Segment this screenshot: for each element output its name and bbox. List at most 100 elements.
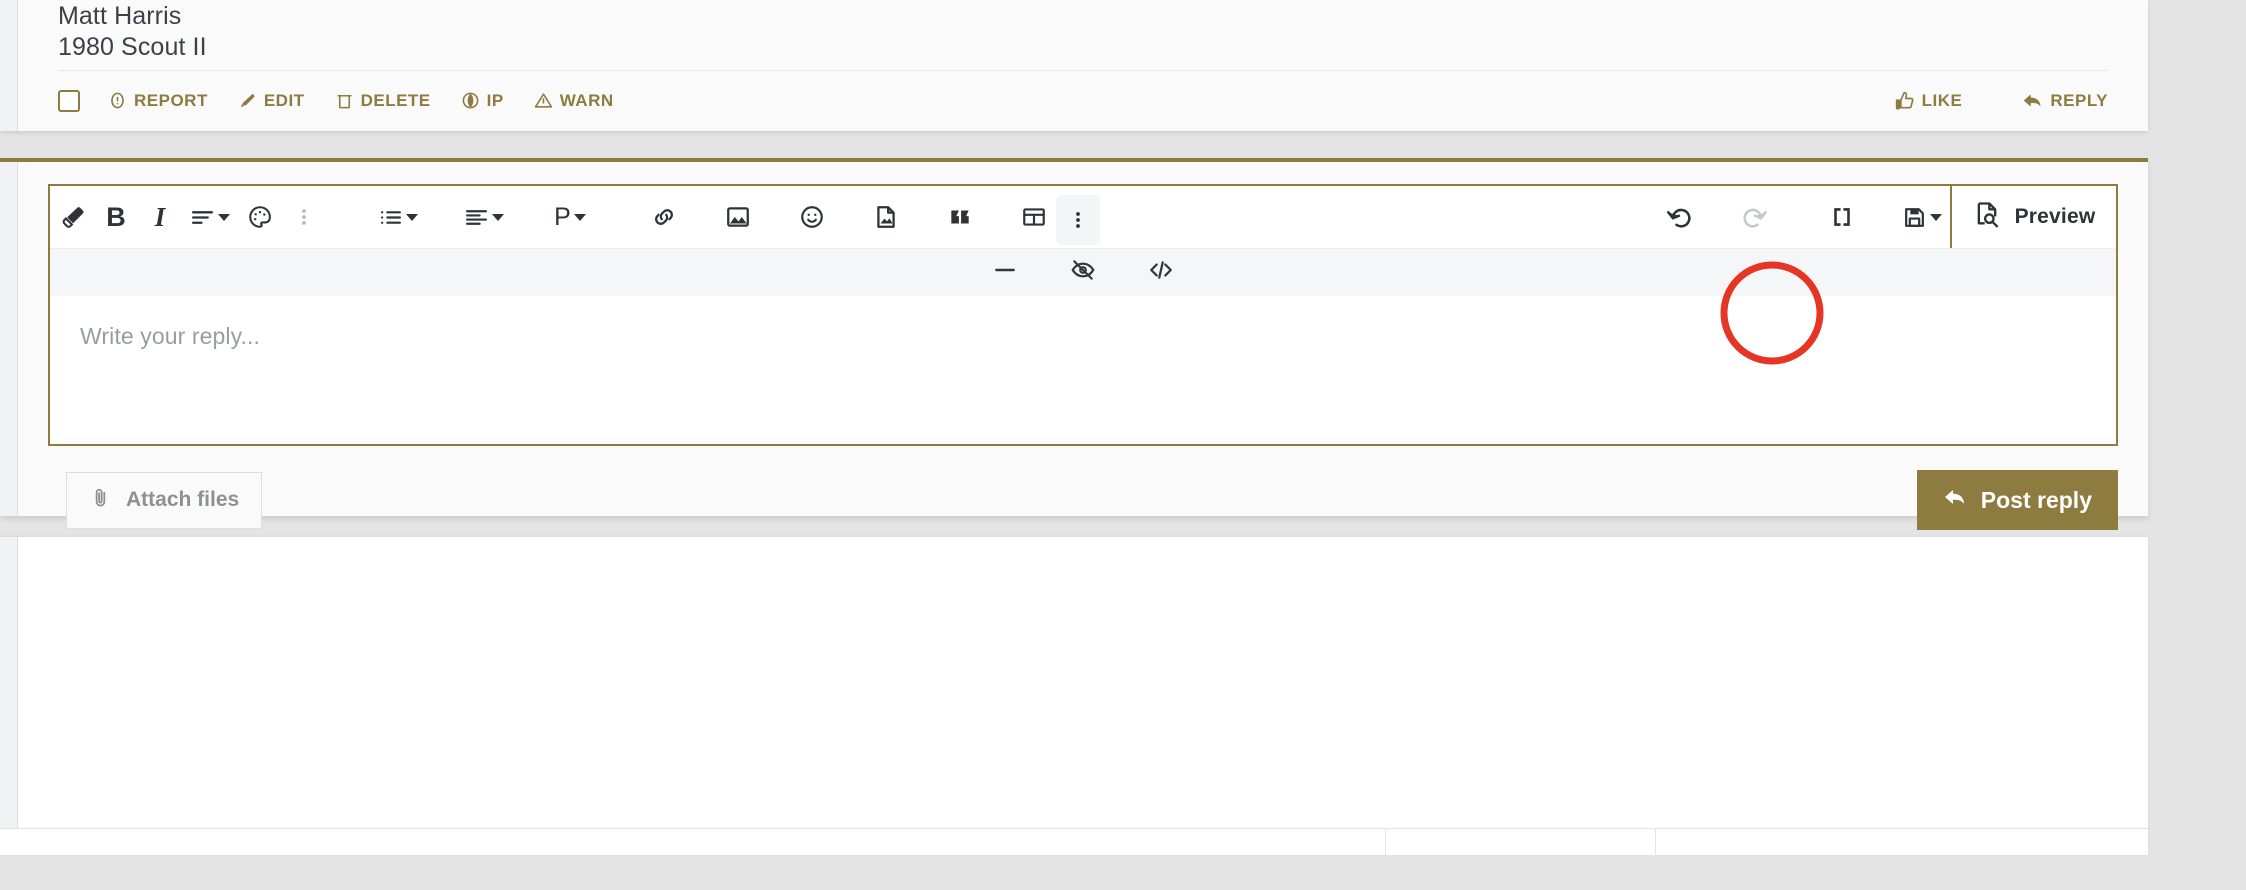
remove-formatting-button[interactable] — [50, 186, 94, 248]
image-icon — [725, 204, 751, 230]
paperclip-icon — [89, 486, 112, 515]
color-palette-icon — [247, 204, 273, 230]
lower-panel-cell-divider-2 — [1655, 829, 1656, 855]
editor-toolbar-right-group — [1658, 186, 1950, 248]
preview-button-label: Preview — [2014, 205, 2096, 228]
chevron-down-icon — [1930, 213, 1942, 221]
post-action-ip-label: IP — [486, 90, 504, 110]
list-button[interactable] — [370, 186, 426, 248]
bbcode-toggle-button[interactable] — [1820, 186, 1864, 248]
post-actions-left: REPORT EDIT DELETE IP WARN — [58, 89, 614, 112]
italic-icon: I — [154, 201, 166, 232]
screenshot-root: Matt Harris 1980 Scout II REPORT EDIT DE… — [0, 0, 2246, 890]
post-action-like-label: LIKE — [1921, 90, 1963, 110]
italic-button[interactable]: I — [138, 186, 182, 248]
post-reply-button[interactable]: Post reply — [1916, 470, 2118, 530]
preview-document-search-icon — [1973, 200, 2001, 234]
post-action-report-label: REPORT — [134, 90, 208, 110]
smiley-icon — [799, 204, 825, 230]
redo-icon — [1740, 203, 1768, 231]
inline-more-button[interactable] — [282, 186, 326, 248]
lower-panel-cell-divider-1 — [1385, 829, 1386, 855]
undo-icon — [1666, 203, 1694, 231]
reply-footer: Attach files Post reply — [66, 470, 2118, 530]
reply-arrow-icon — [2022, 90, 2043, 111]
post-actions-right: LIKE REPLY — [1835, 90, 2108, 111]
post-action-reply-label: REPLY — [2050, 90, 2108, 110]
code-button[interactable] — [1141, 253, 1181, 293]
paragraph-format-button[interactable]: P — [542, 186, 598, 248]
post-signature: 1980 Scout II — [58, 32, 207, 61]
thumbs-up-icon — [1895, 91, 1915, 111]
redo-button[interactable] — [1732, 186, 1776, 248]
emoji-button[interactable] — [790, 186, 834, 248]
code-icon — [1148, 257, 1174, 288]
attach-files-button[interactable]: Attach files — [66, 471, 263, 529]
horizontal-rule-icon — [992, 257, 1018, 288]
post-action-delete-label: DELETE — [360, 90, 431, 110]
preview-button[interactable]: Preview — [1950, 186, 2116, 248]
post-select-checkbox[interactable] — [58, 89, 80, 112]
pencil-icon — [238, 91, 257, 110]
attach-files-label: Attach files — [126, 488, 240, 511]
post-action-reply[interactable]: REPLY — [2022, 90, 2108, 111]
font-size-button[interactable] — [182, 186, 238, 248]
quote-icon — [947, 204, 973, 230]
post-action-delete[interactable]: DELETE — [335, 91, 431, 111]
post-inner: Matt Harris 1980 Scout II REPORT EDIT DE… — [18, 0, 2148, 131]
quote-button[interactable] — [938, 186, 982, 248]
align-button[interactable] — [456, 186, 512, 248]
post-action-ip[interactable]: IP — [461, 91, 504, 111]
post-action-edit[interactable]: EDIT — [238, 91, 305, 111]
insert-table-button[interactable] — [1012, 186, 1056, 248]
more-vertical-icon — [294, 205, 314, 229]
lower-content-panel — [0, 537, 2148, 855]
remove-formatting-icon — [59, 204, 85, 230]
post-block: Matt Harris 1980 Scout II REPORT EDIT DE… — [0, 0, 2148, 131]
attach-media-icon — [873, 204, 899, 230]
chevron-down-icon — [573, 213, 586, 221]
bullet-list-icon — [378, 205, 403, 230]
bold-icon: B — [106, 201, 126, 232]
post-action-edit-label: EDIT — [263, 90, 305, 110]
reply-textarea-placeholder: Write your reply... — [80, 323, 260, 349]
post-action-report[interactable]: REPORT — [108, 91, 208, 111]
bbcode-brackets-icon — [1829, 204, 1855, 230]
post-reply-label: Post reply — [1980, 486, 2092, 513]
reply-textarea[interactable]: Write your reply... — [50, 297, 2116, 444]
trash-icon — [335, 91, 354, 110]
editor-toolbar-left-group: B I P — [50, 186, 1100, 248]
undo-button[interactable] — [1658, 186, 1702, 248]
link-icon — [651, 204, 677, 230]
save-draft-button[interactable] — [1894, 186, 1950, 248]
table-icon — [1021, 204, 1047, 230]
text-color-button[interactable] — [238, 186, 282, 248]
spoiler-eye-off-icon — [1070, 257, 1096, 288]
reply-arrow-icon — [1943, 485, 1967, 515]
globe-icon — [461, 91, 480, 110]
reply-editor-block: B I P Preview Write your reply... Attach… — [0, 158, 2148, 530]
post-author-name: Matt Harris — [58, 2, 182, 30]
lower-panel-strip — [0, 829, 2148, 855]
save-draft-icon — [1902, 205, 1927, 230]
spoiler-button[interactable] — [1063, 253, 1103, 293]
chevron-down-icon — [406, 213, 418, 221]
report-icon — [108, 91, 127, 110]
toolbar-overflow-button[interactable] — [1056, 195, 1100, 245]
bold-button[interactable]: B — [94, 186, 138, 248]
post-action-warn[interactable]: WARN — [534, 91, 614, 111]
editor-toolbar-primary: B I P Preview — [50, 186, 2116, 248]
font-size-icon — [190, 205, 215, 230]
chevron-down-icon — [492, 213, 504, 221]
chevron-down-icon — [218, 213, 230, 221]
insert-image-button[interactable] — [716, 186, 760, 248]
more-vertical-icon — [1068, 208, 1088, 232]
post-actions-bar: REPORT EDIT DELETE IP WARN LIKE REPLY — [58, 71, 2108, 130]
rich-text-editor: B I P Preview Write your reply... — [48, 184, 2118, 446]
reply-editor-inner: B I P Preview Write your reply... Attach… — [18, 162, 2148, 530]
post-action-like[interactable]: LIKE — [1895, 91, 1963, 111]
insert-link-button[interactable] — [642, 186, 686, 248]
horizontal-rule-button[interactable] — [985, 253, 1025, 293]
insert-media-button[interactable] — [864, 186, 908, 248]
post-action-warn-label: WARN — [559, 90, 614, 110]
